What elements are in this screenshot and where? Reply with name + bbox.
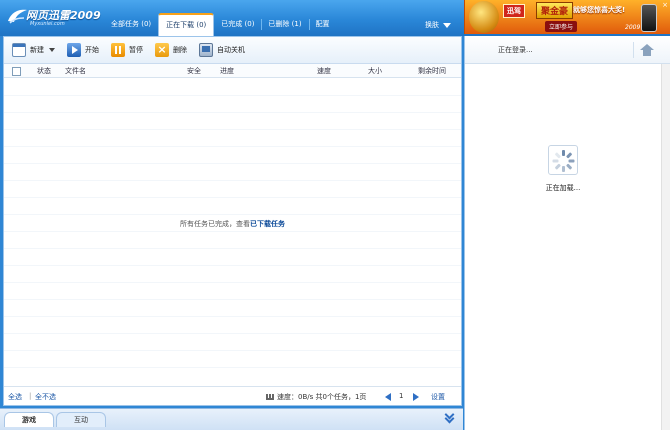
- select-all-link[interactable]: 全选: [8, 392, 22, 402]
- column-header: 状态 文件名 安全 进度 速度 大小 剩余时间: [4, 64, 461, 78]
- task-list[interactable]: [4, 79, 461, 379]
- empty-message-text: 所有任务已完成，查看: [180, 220, 250, 228]
- chevron-down-icon: [443, 22, 451, 28]
- col-progress[interactable]: 进度: [220, 66, 234, 76]
- delete-label: 删除: [173, 46, 187, 54]
- pause-icon: [111, 43, 125, 57]
- main-tabs: 全部任务 (0) 正在下载 (0) 已完成 (0) 已删除 (1) 配置: [104, 13, 337, 36]
- select-none-link[interactable]: 全不选: [35, 392, 56, 402]
- start-button[interactable]: 开始: [65, 40, 101, 60]
- xunlei-logo-icon: [8, 9, 27, 24]
- tab-deleted[interactable]: 已删除 (1): [261, 13, 308, 36]
- phone-image: [641, 4, 657, 32]
- start-icon: [67, 43, 81, 57]
- skin-button[interactable]: 换肤: [425, 20, 451, 30]
- login-bar: 正在登录...: [465, 36, 670, 64]
- col-size[interactable]: 大小: [368, 66, 382, 76]
- next-page-icon[interactable]: [413, 393, 419, 401]
- page-number: 1: [399, 392, 404, 400]
- side-panel: 正在登录... 正在加载...: [464, 36, 670, 430]
- toolbar: 新建 开始 暂停 × 删除 自动关机: [4, 37, 461, 64]
- collapse-icon[interactable]: [445, 413, 455, 423]
- tab-all-tasks[interactable]: 全部任务 (0): [104, 13, 158, 36]
- downloaded-tasks-link[interactable]: 已下载任务: [250, 220, 285, 228]
- pause-button[interactable]: 暂停: [109, 40, 145, 60]
- col-status[interactable]: 状态: [37, 66, 51, 76]
- chevron-down-icon[interactable]: [49, 48, 55, 52]
- ad-slogan: 就够您惊喜大奖!: [573, 6, 626, 14]
- speed-icon: [266, 394, 274, 400]
- tab-downloading[interactable]: 正在下载 (0): [158, 13, 215, 36]
- col-filename[interactable]: 文件名: [65, 66, 86, 76]
- select-all-checkbox[interactable]: [12, 67, 21, 76]
- logo-subtitle: Myxunlei.com: [30, 21, 65, 27]
- shutdown-icon: [199, 43, 213, 57]
- ad-join-button[interactable]: 立即参与: [545, 21, 578, 32]
- col-time-left[interactable]: 剩余时间: [418, 66, 446, 76]
- loading-text: 正在加载...: [545, 184, 581, 192]
- status-separator: |: [29, 392, 32, 400]
- bottom-tabs: 游戏 互动: [0, 408, 463, 430]
- status-bar: 全选 | 全不选 速度：0B/s 共0个任务，1页 1 设置: [4, 386, 461, 406]
- start-label: 开始: [85, 46, 99, 54]
- col-security[interactable]: 安全: [187, 66, 201, 76]
- tab-interact[interactable]: 互动: [56, 412, 106, 427]
- delete-icon: ×: [155, 43, 169, 57]
- skin-label: 换肤: [425, 21, 439, 29]
- delete-button[interactable]: × 删除: [153, 40, 189, 60]
- tab-settings[interactable]: 配置: [308, 13, 337, 36]
- empty-message: 所有任务已完成，查看已下载任务: [4, 219, 461, 229]
- gold-coin-icon: [469, 1, 499, 33]
- app-logo: 网页迅雷2009 Myxunlei.com: [6, 5, 106, 31]
- speed-summary: 速度：0B/s 共0个任务，1页: [277, 393, 367, 401]
- col-speed[interactable]: 速度: [317, 66, 331, 76]
- home-icon[interactable]: [640, 44, 654, 56]
- auto-shutdown-label: 自动关机: [217, 46, 245, 54]
- side-panel-scrollbar[interactable]: [661, 64, 670, 430]
- ad-year: 2009: [625, 24, 641, 31]
- ad-gold-badge: 聚金豪: [536, 2, 574, 19]
- loading-spinner-icon: [548, 145, 578, 175]
- new-task-label: 新建: [30, 46, 44, 54]
- ad-brand: 迅驾: [503, 4, 525, 18]
- new-task-button[interactable]: 新建: [10, 40, 57, 60]
- login-status: 正在登录...: [498, 46, 533, 54]
- prev-page-icon[interactable]: [385, 393, 391, 401]
- auto-shutdown-button[interactable]: 自动关机: [197, 40, 247, 60]
- tab-completed[interactable]: 已完成 (0): [214, 13, 261, 36]
- divider: [633, 42, 634, 58]
- tab-games[interactable]: 游戏: [4, 412, 54, 427]
- settings-link[interactable]: 设置: [431, 392, 445, 402]
- pause-label: 暂停: [129, 46, 143, 54]
- ad-close-icon[interactable]: ×: [662, 1, 668, 9]
- new-task-icon: [12, 43, 26, 57]
- ad-banner[interactable]: 迅驾 聚金豪 就够您惊喜大奖! 立即参与 2009 ×: [464, 0, 670, 34]
- task-panel: 新建 开始 暂停 × 删除 自动关机 状态 文件名 安全 进度 速度 大小 剩余…: [3, 36, 462, 406]
